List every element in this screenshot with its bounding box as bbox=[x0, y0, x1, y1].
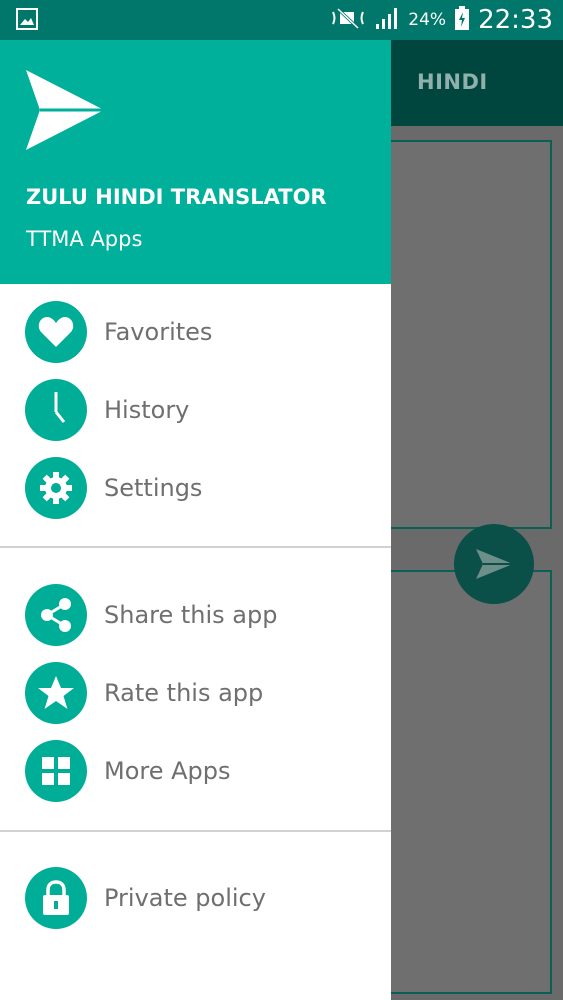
menu-label: Share this app bbox=[104, 601, 278, 629]
mute-icon bbox=[330, 6, 366, 34]
menu-item-rate[interactable]: Rate this app bbox=[0, 654, 391, 732]
battery-charging-icon bbox=[454, 5, 470, 35]
status-bar: 24% 22:33 bbox=[0, 0, 563, 40]
send-icon bbox=[476, 549, 513, 579]
grid-icon bbox=[25, 740, 87, 802]
battery-percent: 24% bbox=[408, 10, 447, 30]
menu-item-history[interactable]: History bbox=[0, 371, 391, 449]
heart-icon bbox=[25, 301, 87, 363]
translation-text-box[interactable] bbox=[380, 570, 552, 994]
drawer-header: ZULU HINDI TRANSLATOR TTMA Apps bbox=[0, 40, 391, 284]
gear-icon bbox=[25, 457, 87, 519]
lock-icon bbox=[25, 867, 87, 929]
menu-label: Private policy bbox=[104, 884, 266, 912]
divider bbox=[0, 830, 391, 832]
menu-item-settings[interactable]: Settings bbox=[0, 449, 391, 527]
divider bbox=[0, 546, 391, 548]
clock-icon bbox=[25, 379, 87, 441]
menu-label: Rate this app bbox=[104, 679, 264, 707]
translate-button[interactable] bbox=[454, 524, 534, 604]
menu-label: History bbox=[104, 396, 190, 424]
source-text-box[interactable] bbox=[380, 140, 552, 529]
share-icon bbox=[25, 584, 87, 646]
menu-item-favorites[interactable]: Favorites bbox=[0, 293, 391, 371]
gallery-icon bbox=[16, 8, 38, 30]
navigation-drawer: ZULU HINDI TRANSLATOR TTMA Apps Favorite… bbox=[0, 40, 391, 1000]
star-icon bbox=[25, 662, 87, 724]
menu-label: More Apps bbox=[104, 757, 231, 785]
paper-plane-icon bbox=[26, 70, 104, 154]
menu-item-more-apps[interactable]: More Apps bbox=[0, 732, 391, 810]
signal-icon bbox=[374, 6, 400, 34]
menu-item-private-policy[interactable]: Private policy bbox=[0, 859, 391, 937]
tab-hindi[interactable]: HINDI bbox=[417, 70, 488, 94]
clock-time: 22:33 bbox=[478, 5, 553, 35]
menu-item-share[interactable]: Share this app bbox=[0, 576, 391, 654]
developer-name: TTMA Apps bbox=[26, 227, 143, 251]
menu-label: Settings bbox=[104, 474, 203, 502]
menu-label: Favorites bbox=[104, 318, 213, 346]
app-name: ZULU HINDI TRANSLATOR bbox=[26, 185, 327, 209]
